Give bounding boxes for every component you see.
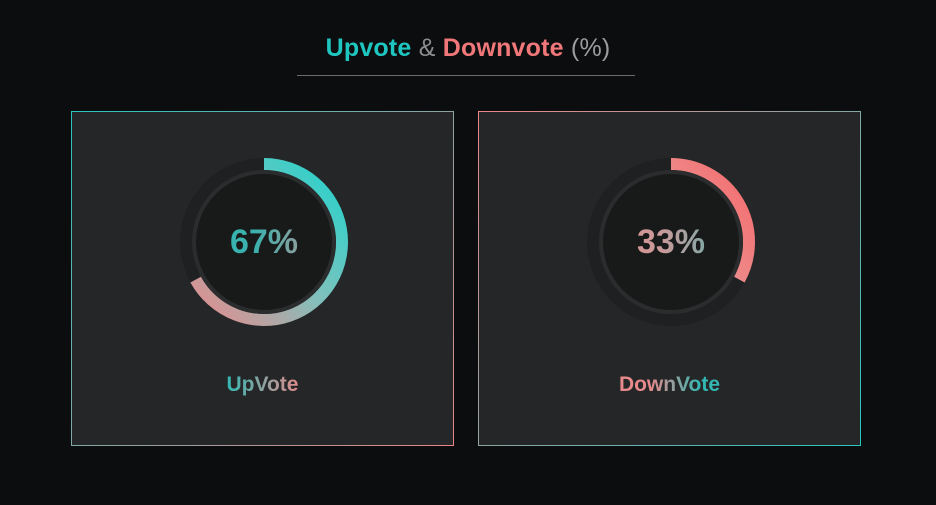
downvote-label: DownVote	[479, 370, 860, 400]
title-upvote: Upvote	[325, 34, 412, 62]
upvote-percent: 67%	[177, 155, 351, 329]
upvote-gauge: 67%	[177, 155, 351, 329]
page-title: Upvote & Downvote (%)	[0, 30, 936, 66]
title-downvote: Downvote	[442, 34, 564, 62]
upvote-card: 67% UpVote	[71, 111, 454, 446]
upvote-label: UpVote	[72, 370, 453, 400]
title-divider	[297, 75, 635, 76]
downvote-gauge: 33%	[584, 155, 758, 329]
title-unit: (%)	[570, 34, 611, 62]
downvote-card: 33% DownVote	[478, 111, 861, 446]
title-ampersand: &	[418, 34, 436, 62]
downvote-percent: 33%	[584, 155, 758, 329]
